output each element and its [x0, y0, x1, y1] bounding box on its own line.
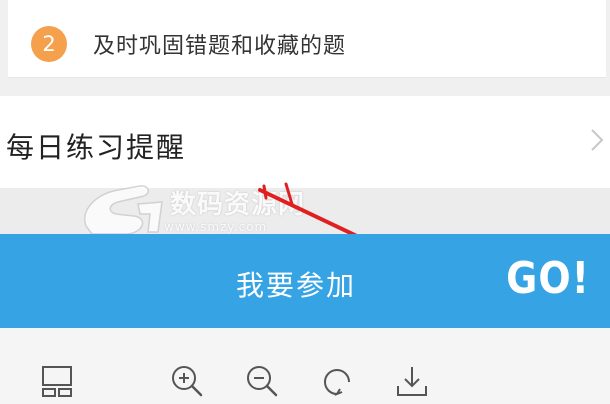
- zoom-in-icon[interactable]: [170, 364, 204, 398]
- chevron-right-icon: [591, 129, 604, 151]
- section-divider: [0, 78, 610, 96]
- join-button[interactable]: 我要参加 GO!: [0, 234, 610, 328]
- download-icon[interactable]: [395, 364, 429, 398]
- watermark-logo: [84, 185, 163, 235]
- rotate-icon[interactable]: [320, 364, 354, 398]
- zoom-out-icon[interactable]: [245, 364, 279, 398]
- go-label: GO!: [506, 252, 590, 304]
- daily-practice-reminder-row[interactable]: 每日练习提醒: [0, 96, 610, 188]
- tip-card: 2 及时巩固错题和收藏的题: [8, 0, 606, 78]
- bottom-toolbar: [0, 328, 610, 404]
- join-label: 我要参加: [236, 269, 357, 302]
- tip-number-badge: 2: [31, 26, 67, 62]
- reminder-label: 每日练习提醒: [6, 131, 187, 164]
- thumbnail-grid-icon[interactable]: [40, 364, 74, 398]
- tip-text: 及时巩固错题和收藏的题: [93, 34, 347, 59]
